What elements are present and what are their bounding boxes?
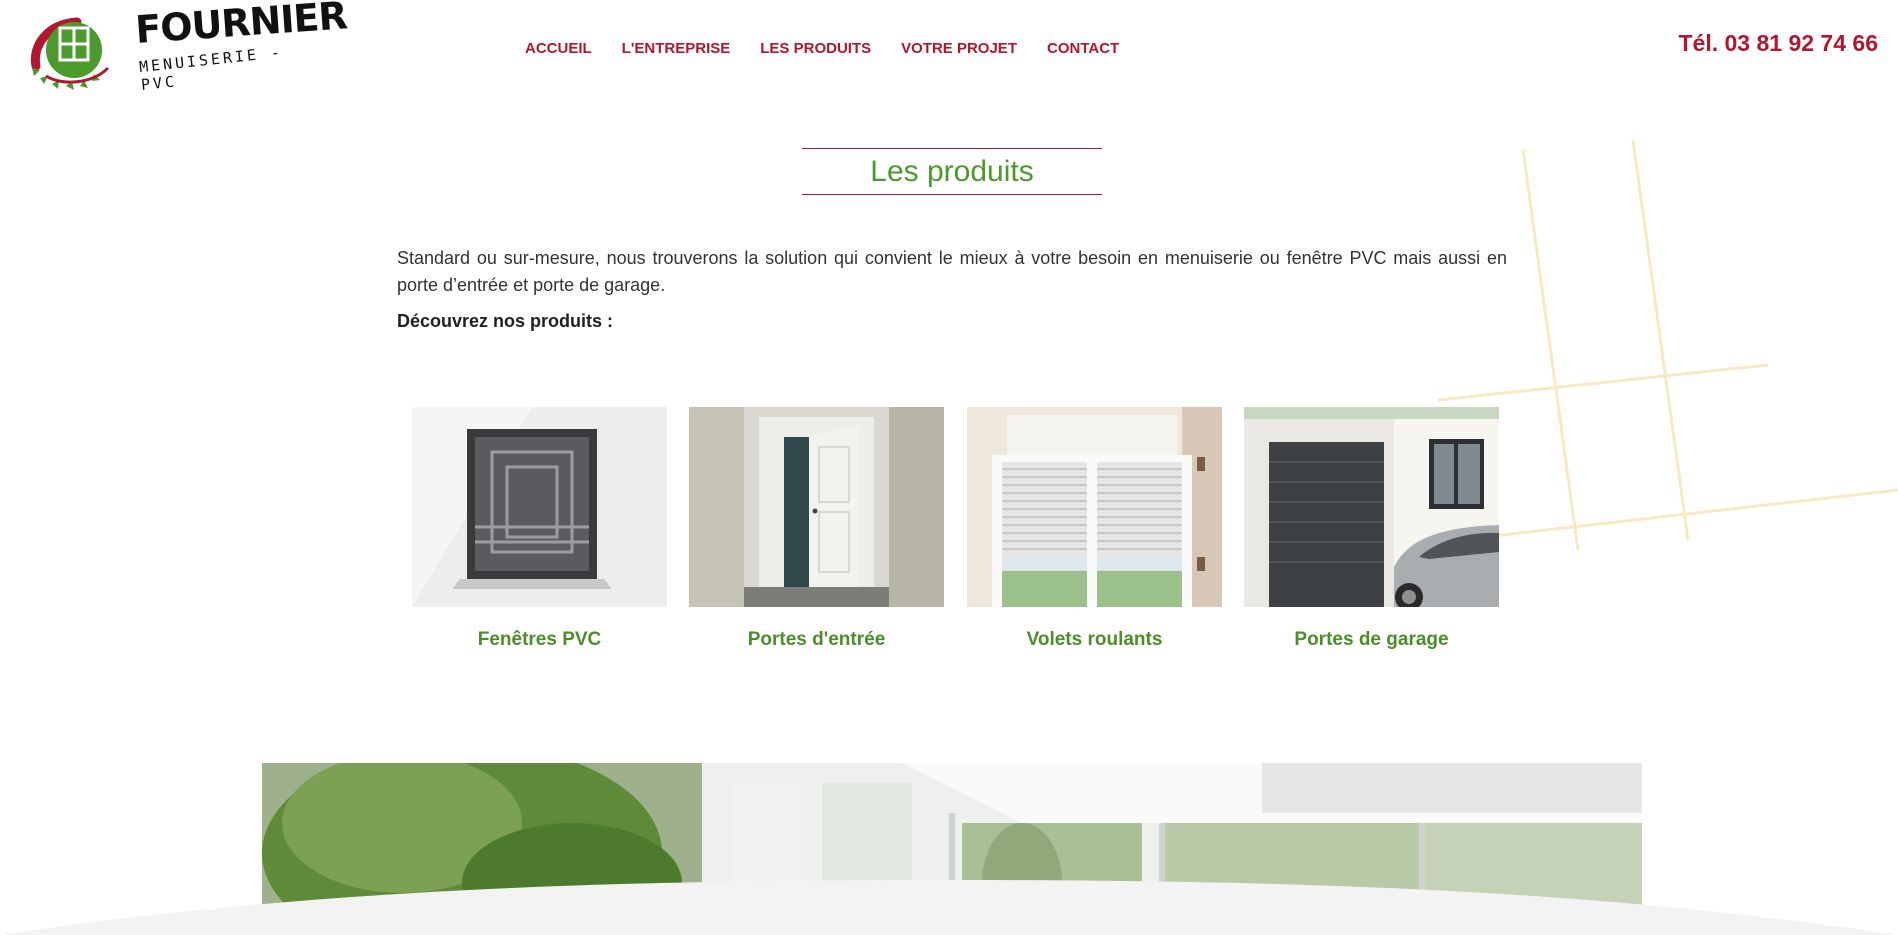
- shutter-photo[interactable]: [967, 407, 1222, 607]
- logo-emblem-icon: [30, 17, 110, 90]
- product-card-portes-entree[interactable]: Portes d'entrée: [689, 407, 944, 651]
- product-label-fenetres[interactable]: Fenêtres PVC: [412, 629, 667, 651]
- product-label-portes-entree[interactable]: Portes d'entrée: [689, 629, 944, 651]
- intro-paragraph: Standard ou sur-mesure, nous trouverons …: [397, 248, 1507, 295]
- decorative-frame-lines: [1438, 139, 1898, 551]
- fournier-logo[interactable]: FOURNIER MENUISERIE - PVC: [22, 0, 348, 94]
- product-card-garage[interactable]: Portes de garage: [1244, 407, 1499, 651]
- door-photo[interactable]: [689, 407, 944, 607]
- products-grid: Fenêtres PVC Portes d'entrée Volets roul…: [412, 407, 1500, 657]
- nav-item-accueil[interactable]: ACCUEIL: [525, 40, 592, 57]
- nav-item-contact[interactable]: CONTACT: [1047, 40, 1119, 57]
- product-card-volets[interactable]: Volets roulants: [967, 407, 1222, 651]
- nav-item-produits[interactable]: LES PRODUITS: [760, 40, 871, 57]
- page-title: Les produits: [870, 155, 1034, 188]
- main-navigation: ACCUEIL L'ENTREPRISE LES PRODUITS VOTRE …: [525, 40, 1119, 57]
- discover-heading: Découvrez nos produits :: [397, 311, 614, 331]
- garage-photo[interactable]: [1244, 407, 1499, 607]
- site-header: FOURNIER MENUISERIE - PVC ACCUEIL L'ENTR…: [0, 0, 1898, 100]
- product-label-volets[interactable]: Volets roulants: [967, 629, 1222, 651]
- window-photo[interactable]: [412, 407, 667, 607]
- phone-link[interactable]: Tél. 03 81 92 74 66: [1679, 30, 1879, 57]
- logo-wordmark: FOURNIER: [133, 0, 349, 52]
- hero-banner-photo: [262, 763, 1642, 935]
- page-title-box: Les produits: [802, 148, 1102, 195]
- nav-item-projet[interactable]: VOTRE PROJET: [901, 40, 1017, 57]
- product-label-garage[interactable]: Portes de garage: [1244, 629, 1499, 651]
- nav-item-entreprise[interactable]: L'ENTREPRISE: [622, 40, 731, 57]
- product-card-fenetres[interactable]: Fenêtres PVC: [412, 407, 667, 651]
